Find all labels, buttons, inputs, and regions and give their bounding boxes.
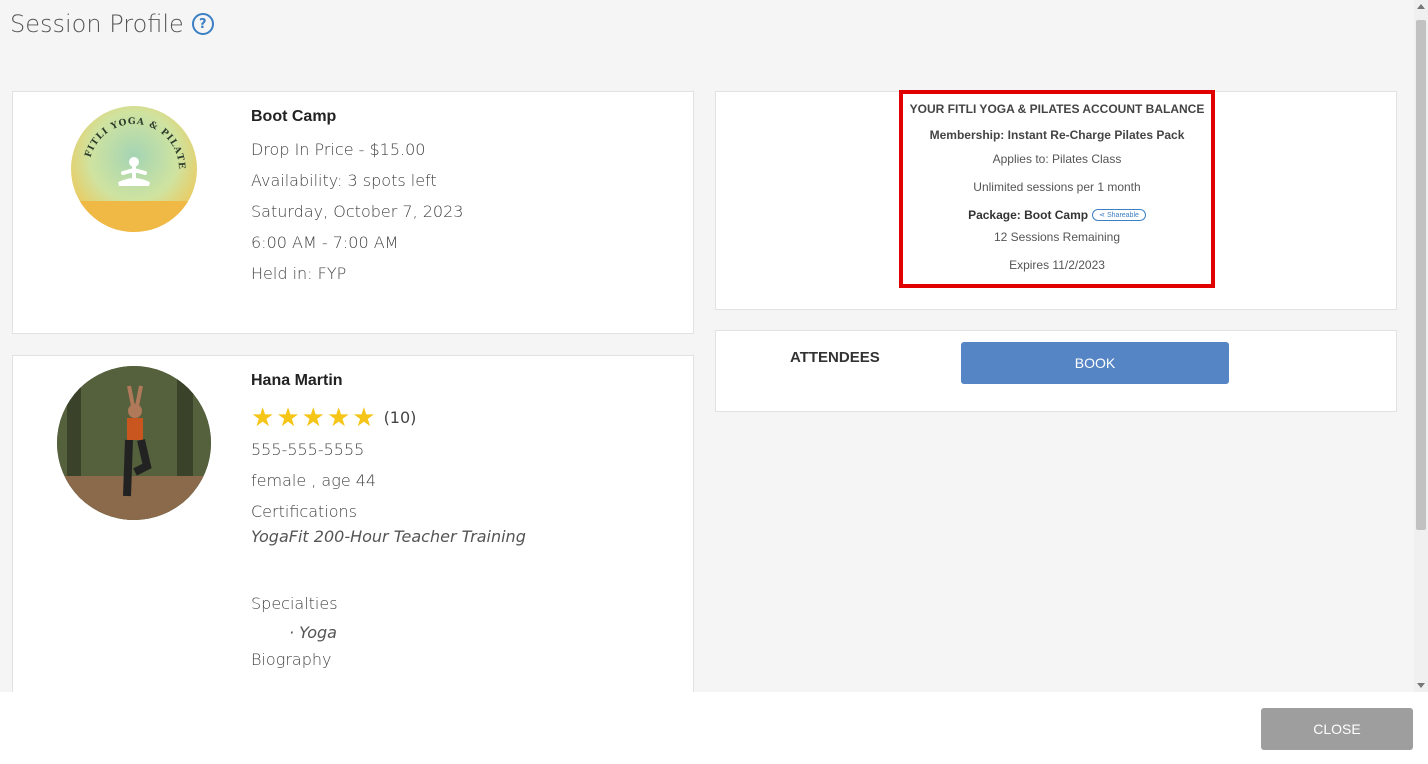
- certifications-label: Certifications: [251, 502, 357, 521]
- attendees-card: ATTENDEES BOOK: [715, 330, 1397, 412]
- rating: ★ ★ ★ ★ ★ (10): [251, 404, 526, 430]
- sessions-remaining: 12 Sessions Remaining: [993, 230, 1121, 244]
- star-icon: ★: [251, 402, 275, 432]
- star-icon: ★: [326, 402, 351, 432]
- rating-count: (10): [383, 407, 417, 427]
- shareable-badge: ⋖ Shareable: [1092, 209, 1146, 221]
- share-icon: ⋖: [1099, 212, 1105, 219]
- attendees-label: ATTENDEES: [790, 349, 880, 366]
- instructor-avatar: [57, 366, 211, 520]
- scrollbar[interactable]: [1414, 0, 1428, 692]
- scroll-down-arrow-icon[interactable]: [1417, 683, 1425, 688]
- star-icon: ★: [352, 402, 376, 432]
- session-card: FITLI YOGA & PILATES Boot Camp Drop In P…: [12, 91, 694, 334]
- instructor-card: Hana Martin ★ ★ ★ ★ ★ (10) 555-555-5555 …: [12, 355, 694, 695]
- balance-highlight: YOUR FITLI YOGA & PILATES ACCOUNT BALANC…: [899, 90, 1215, 288]
- instructor-demographics: female , age 44: [251, 471, 377, 490]
- instructor-phone: 555-555-5555: [251, 440, 365, 459]
- page-title: Session Profile ?: [10, 10, 214, 38]
- session-location: Held in: FYP: [251, 264, 347, 283]
- biography-label: Biography: [251, 650, 332, 669]
- specialty: · Yoga: [289, 623, 337, 642]
- package-name: Package: Boot Camp: [968, 208, 1089, 222]
- session-date: Saturday, October 7, 2023: [251, 202, 464, 221]
- close-button[interactable]: CLOSE: [1261, 708, 1413, 750]
- session-name: Boot Camp: [251, 108, 337, 125]
- book-button[interactable]: BOOK: [961, 342, 1229, 384]
- star-icon: ★: [276, 402, 300, 432]
- account-balance-card: YOUR FITLI YOGA & PILATES ACCOUNT BALANC…: [715, 90, 1397, 310]
- scroll-thumb[interactable]: [1416, 20, 1426, 530]
- instructor-name: Hana Martin: [251, 372, 343, 389]
- package-name-row: Package: Boot Camp ⋖ Shareable: [903, 208, 1211, 222]
- specialties-label: Specialties: [251, 594, 338, 613]
- dialog-footer: CLOSE: [0, 692, 1428, 764]
- session-info: Boot Camp Drop In Price - $15.00 Availab…: [251, 108, 463, 295]
- membership-applies-to: Applies to: Pilates Class: [992, 152, 1122, 166]
- studio-logo: FITLI YOGA & PILATES: [71, 106, 197, 232]
- balance-title: YOUR FITLI YOGA & PILATES ACCOUNT BALANC…: [909, 102, 1205, 116]
- certification: YogaFit 200-Hour Teacher Training: [251, 527, 526, 546]
- membership-name: Membership: Instant Re-Charge Pilates Pa…: [929, 128, 1185, 142]
- session-time: 6:00 AM - 7:00 AM: [251, 233, 399, 252]
- shareable-label: Shareable: [1106, 211, 1139, 219]
- help-icon[interactable]: ?: [191, 13, 214, 35]
- membership-unlimited: Unlimited sessions per 1 month: [973, 180, 1141, 194]
- instructor-info: Hana Martin ★ ★ ★ ★ ★ (10) 555-555-5555 …: [251, 372, 526, 681]
- package-expires: Expires 11/2/2023: [1009, 258, 1105, 272]
- svg-text:FITLI YOGA & PILATES: FITLI YOGA & PILATES: [71, 106, 186, 170]
- logo-text: FITLI YOGA & PILATES: [71, 106, 185, 170]
- drop-in-price: Drop In Price - $15.00: [251, 140, 426, 159]
- page-title-text: Session Profile: [10, 10, 184, 38]
- star-icon: ★: [301, 402, 325, 432]
- scroll-up-arrow-icon[interactable]: [1417, 4, 1425, 9]
- availability: Availability: 3 spots left: [251, 171, 437, 190]
